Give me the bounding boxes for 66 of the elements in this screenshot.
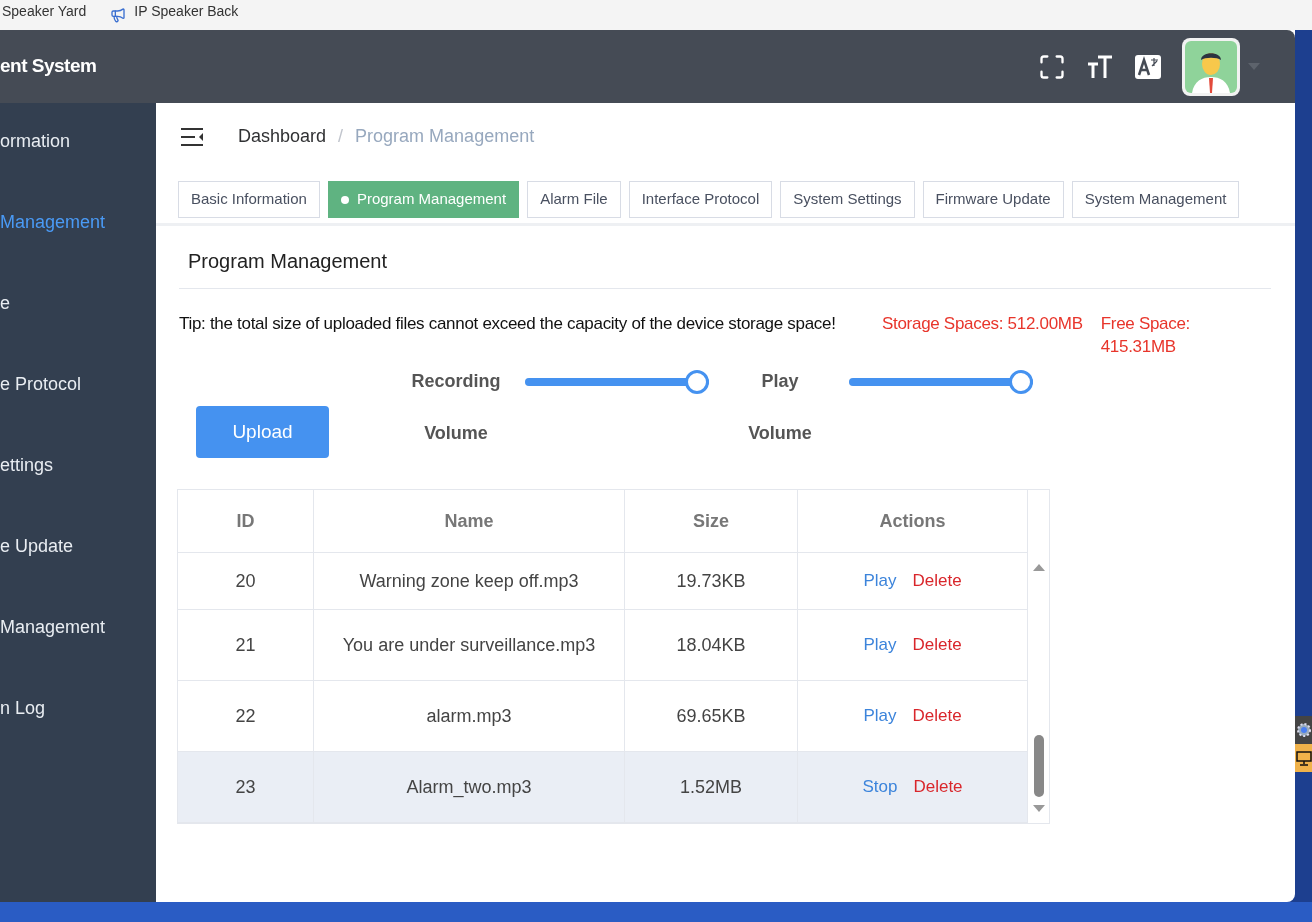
gear-icon[interactable] [1295,716,1312,744]
play-link[interactable]: Play [863,568,897,594]
sidebar-item[interactable]: e [0,291,156,372]
delete-link[interactable]: Delete [912,632,962,658]
breadcrumb-item[interactable]: Dashboard [238,123,327,150]
sidebar-item[interactable]: e Update [0,534,156,615]
sidebar-item[interactable]: ormation [0,129,156,210]
bookmark[interactable]: IP Speaker Back [134,0,239,22]
tab[interactable]: System Settings [780,181,915,218]
tab[interactable]: Alarm File [527,181,621,218]
fullscreen-icon[interactable] [1038,52,1066,81]
table-row[interactable]: 23 Alarm_two.mp3 1.52MB Stop Delete [178,752,1028,823]
column-header: ID [178,490,314,552]
card-title: Program Management [187,249,388,274]
bookmark[interactable]: Speaker Yard [2,0,87,22]
table-cell: 22 [178,681,314,751]
translate-icon[interactable] [1134,53,1162,80]
play-link[interactable]: Play [863,703,897,729]
app-title: ent System [0,54,97,79]
sidebar-item[interactable]: Management [0,210,156,291]
column-header: Name [314,490,625,552]
storage-text: Storage Spaces: 512.00MB [882,313,1083,335]
table-cell: Alarm_two.mp3 [314,752,625,822]
tab[interactable]: Firmware Update [922,181,1064,218]
table-cell: alarm.mp3 [314,681,625,751]
tab[interactable]: Basic Information [178,181,320,218]
table-cell: You are under surveillance.mp3 [314,610,625,680]
column-header: Size [625,490,798,552]
breadcrumb-separator: / [338,125,344,148]
slider-label: Recording Volume [411,370,501,445]
sidebar-item[interactable]: n Log [0,696,156,777]
menu-fold-icon[interactable] [180,126,204,147]
table-row[interactable]: 22 alarm.mp3 69.65KB Play Delete [178,681,1028,752]
table-cell: 18.04KB [625,610,798,680]
sidebar-item[interactable]: e Protocol [0,372,156,453]
sidebar-item[interactable]: ettings [0,453,156,534]
monitor-icon[interactable] [1295,744,1312,772]
scroll-up-icon[interactable] [1032,563,1045,571]
tip-text: Tip: the total size of uploaded files cannot exceed the capacity of the device storage space! [179,313,837,335]
free-space-text: Free Space: 415.31MB [1100,313,1192,358]
avatar[interactable] [1182,37,1240,96]
table-cell: 69.65KB [625,681,798,751]
table-cell: 19.73KB [625,553,798,609]
table-cell: 23 [178,752,314,822]
tab[interactable]: System Management [1071,181,1240,218]
table-cell: 1.52MB [625,752,798,822]
volume-slider[interactable] [849,370,1033,394]
tab[interactable]: Interface Protocol [628,181,773,218]
play-link[interactable]: Play [863,632,897,658]
table-cell: 21 [178,610,314,680]
sidebar-item[interactable]: Management [0,615,156,696]
breadcrumb-item: Program Management [355,125,535,148]
scroll-down-icon[interactable] [1032,805,1045,813]
table-cell: 20 [178,553,314,609]
slider-label: Play Volume [747,370,813,445]
delete-link[interactable]: Delete [912,703,962,729]
delete-link[interactable]: Delete [912,568,962,594]
scroll-thumb[interactable] [1033,735,1044,797]
table-row[interactable]: 21 You are under surveillance.mp3 18.04KB Play Delete [178,610,1028,681]
column-header: Actions [798,490,1028,552]
delete-link[interactable]: Delete [913,774,963,800]
volume-slider[interactable] [525,370,709,394]
text-size-icon[interactable] [1086,53,1114,80]
table-cell: Warning zone keep off.mp3 [314,553,625,609]
megaphone-icon [110,7,127,23]
table-row[interactable]: 20 Warning zone keep off.mp3 19.73KB Play Delete [178,553,1028,610]
